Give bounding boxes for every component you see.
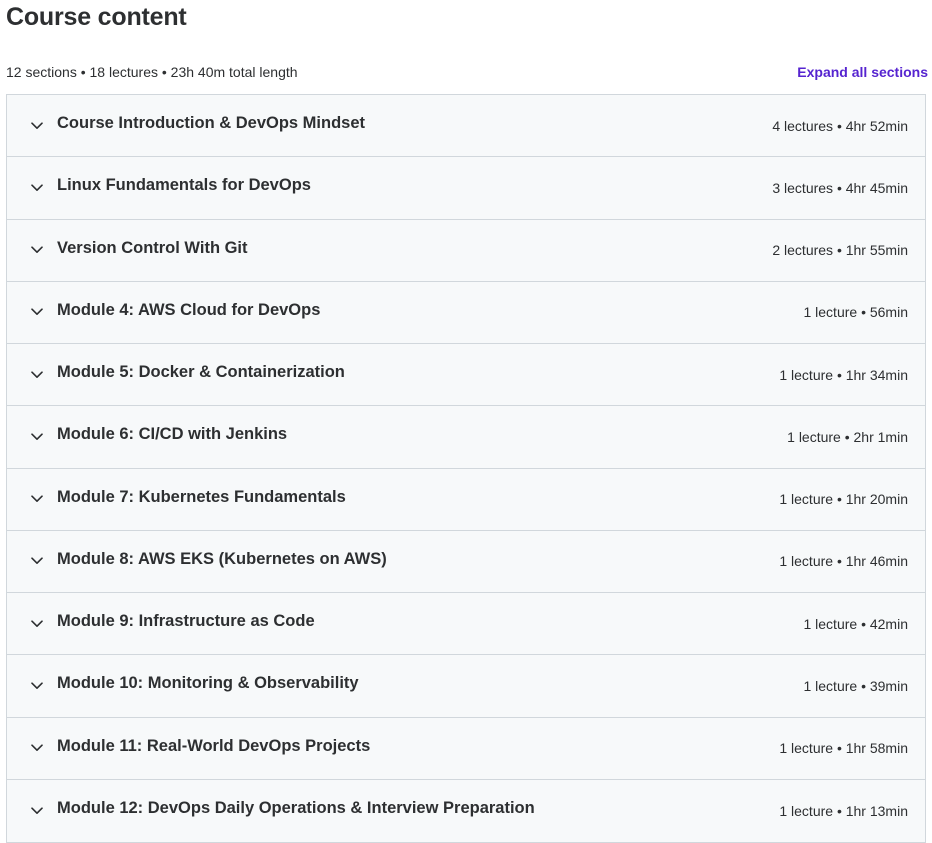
section-title: Module 6: CI/CD with Jenkins (57, 425, 288, 444)
section-header[interactable]: Module 6: CI/CD with Jenkins 1 lecture •… (7, 406, 925, 469)
chevron-down-icon (31, 244, 43, 256)
page-title: Course content (6, 3, 187, 31)
chevron-down-icon (31, 555, 43, 567)
chevron-down-icon (31, 618, 43, 630)
section-title: Module 5: Docker & Containerization (57, 363, 345, 382)
section-header[interactable]: Course Introduction & DevOps Mindset 4 l… (7, 95, 925, 158)
chevron-down-icon (31, 680, 43, 692)
course-sections-accordion: Course Introduction & DevOps Mindset 4 l… (6, 94, 926, 843)
chevron-down-icon (31, 805, 43, 817)
section-title: Module 8: AWS EKS (Kubernetes on AWS) (57, 549, 387, 568)
section-title: Version Control With Git (57, 238, 248, 257)
chevron-down-icon (31, 493, 43, 505)
section-meta: 1 lecture • 1hr 46min (779, 553, 908, 570)
section-meta: 1 lecture • 56min (803, 304, 908, 321)
course-summary: 12 sections • 18 lectures • 23h 40m tota… (6, 64, 298, 80)
section-meta: 1 lecture • 1hr 13min (779, 802, 908, 819)
section-header[interactable]: Module 4: AWS Cloud for DevOps 1 lecture… (7, 281, 925, 344)
chevron-down-icon (31, 369, 43, 381)
chevron-down-icon (31, 742, 43, 754)
section-meta: 1 lecture • 1hr 58min (779, 740, 908, 757)
chevron-down-icon (31, 431, 43, 443)
section-meta: 1 lecture • 42min (803, 615, 908, 632)
section-meta: 1 lecture • 1hr 20min (779, 491, 908, 508)
section-title: Module 11: Real-World DevOps Projects (57, 736, 371, 755)
section-meta: 1 lecture • 2hr 1min (787, 428, 908, 445)
chevron-down-icon (31, 182, 43, 194)
section-header[interactable]: Module 5: Docker & Containerization 1 le… (7, 344, 925, 407)
section-title: Course Introduction & DevOps Mindset (57, 114, 366, 133)
section-title: Module 9: Infrastructure as Code (57, 612, 315, 631)
section-header[interactable]: Module 11: Real-World DevOps Projects 1 … (7, 717, 925, 780)
section-meta: 2 lectures • 1hr 55min (772, 242, 908, 259)
section-meta: 4 lectures • 4hr 52min (772, 117, 908, 134)
section-header[interactable]: Version Control With Git 2 lectures • 1h… (7, 219, 925, 282)
section-header[interactable]: Linux Fundamentals for DevOps 3 lectures… (7, 157, 925, 220)
section-title: Module 4: AWS Cloud for DevOps (57, 300, 321, 319)
section-title: Linux Fundamentals for DevOps (57, 176, 311, 195)
section-meta: 1 lecture • 1hr 34min (779, 366, 908, 383)
section-header[interactable]: Module 12: DevOps Daily Operations & Int… (7, 779, 925, 842)
chevron-down-icon (31, 306, 43, 318)
expand-all-sections-button[interactable]: Expand all sections (797, 64, 928, 80)
section-meta: 3 lectures • 4hr 45min (772, 179, 908, 196)
section-header[interactable]: Module 8: AWS EKS (Kubernetes on AWS) 1 … (7, 530, 925, 593)
course-summary-bar: 12 sections • 18 lectures • 23h 40m tota… (6, 62, 928, 82)
section-title: Module 12: DevOps Daily Operations & Int… (57, 799, 535, 818)
section-header[interactable]: Module 10: Monitoring & Observability 1 … (7, 655, 925, 718)
section-header[interactable]: Module 7: Kubernetes Fundamentals 1 lect… (7, 468, 925, 531)
chevron-down-icon (31, 120, 43, 132)
section-meta: 1 lecture • 39min (803, 677, 908, 694)
section-header[interactable]: Module 9: Infrastructure as Code 1 lectu… (7, 593, 925, 656)
section-title: Module 10: Monitoring & Observability (57, 674, 359, 693)
section-title: Module 7: Kubernetes Fundamentals (57, 487, 346, 506)
